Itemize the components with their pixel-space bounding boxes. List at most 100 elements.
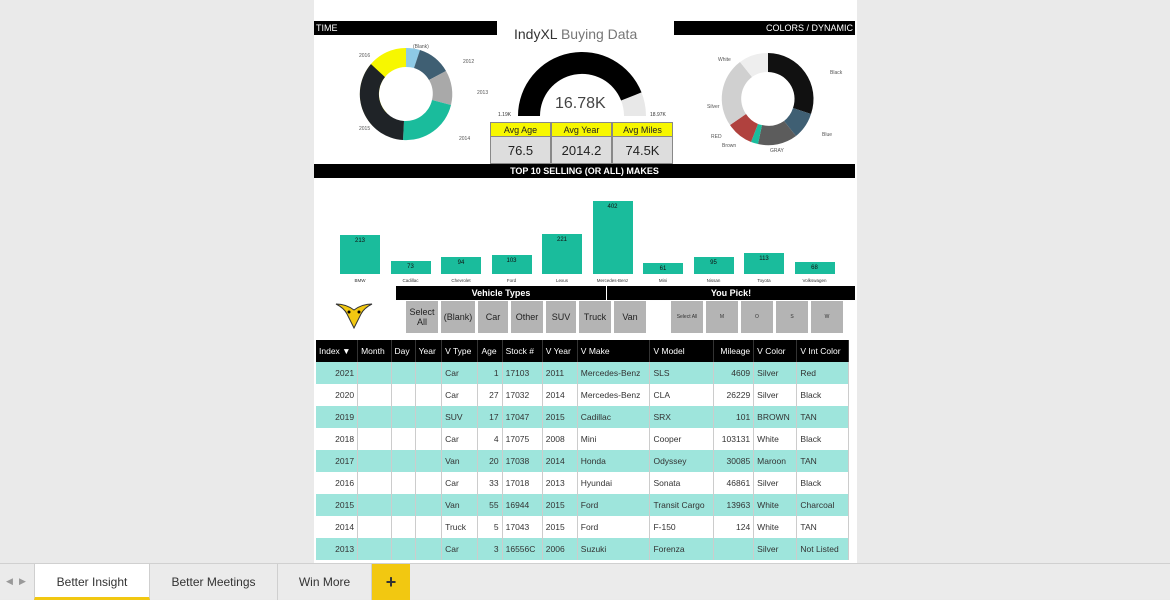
table-cell <box>357 428 392 450</box>
table-cell: 17038 <box>502 450 543 472</box>
table-cell <box>391 362 416 384</box>
table-row[interactable]: 2019 SUV 17 17047 2015 Cadillac SRX 101 BROWN TAN <box>316 406 849 428</box>
table-cell: Car <box>441 384 479 406</box>
column-header[interactable]: V Int Color <box>796 340 849 362</box>
table-cell: Silver <box>753 472 798 494</box>
table-cell: Car <box>441 362 479 384</box>
column-header[interactable]: Day <box>391 340 416 362</box>
vehicle-types-header: Vehicle Types <box>396 286 606 300</box>
table-row[interactable]: 2018 Car 4 17075 2008 Mini Cooper 103131 White Bl… <box>316 428 849 450</box>
table-cell: 13963 <box>713 494 755 516</box>
column-header[interactable]: Age <box>477 340 503 362</box>
table-row[interactable]: 2021 Car 1 17103 2011 Mercedes-Benz SLS 4609 Sil… <box>316 362 849 384</box>
bar-category-label: Chevrolet <box>451 278 471 283</box>
table-cell <box>415 406 443 428</box>
table-cell: Suzuki <box>577 538 651 560</box>
time-label-2015: 2015 <box>359 126 370 132</box>
table-cell: Ford <box>577 516 651 538</box>
bar-category-label: Mini <box>658 278 668 283</box>
table-row[interactable]: 2015 Van 55 16944 2015 Ford Transit Cargo 13963… <box>316 494 849 516</box>
report-canvas: TIME COLORS / DYNAMIC IndyXL Buying Data… <box>314 0 857 563</box>
makes-header: TOP 10 SELLING (OR ALL) MAKES <box>314 164 855 178</box>
slicer-button-select-all[interactable]: Select All <box>405 300 439 334</box>
pick-button-o[interactable]: O <box>740 300 774 334</box>
page-title: IndyXL Buying Data <box>514 26 664 42</box>
table-cell: 2015 <box>542 406 578 428</box>
bar-value-label: 113 <box>759 256 769 263</box>
bar-mercedes-benz[interactable] <box>592 201 633 274</box>
table-cell: 30085 <box>713 450 755 472</box>
table-cell: 1 <box>477 362 503 384</box>
tab-better-meetings[interactable]: Better Meetings <box>150 564 278 600</box>
slicer-button-car[interactable]: Car <box>477 300 509 334</box>
table-cell: F-150 <box>649 516 714 538</box>
column-header[interactable]: V Make <box>577 340 651 362</box>
slicer-button-van[interactable]: Van <box>613 300 647 334</box>
column-header[interactable]: V Type <box>441 340 479 362</box>
bar-category-label: Cadillac <box>402 278 419 283</box>
table-header-row: Index ▼ Month Day Year V Type Age Stock # V Yea… <box>316 340 849 362</box>
next-page-arrow[interactable]: ▶ <box>19 576 26 587</box>
table-cell: 17043 <box>502 516 543 538</box>
table-body: 2021 Car 1 17103 2011 Mercedes-Benz SLS 4609 Sil… <box>316 362 849 560</box>
column-header[interactable]: V Model <box>649 340 714 362</box>
column-header[interactable]: Month <box>357 340 392 362</box>
slicer-button-blank[interactable]: (Blank) <box>440 300 476 334</box>
table-cell: Black <box>796 384 849 406</box>
table-cell: Car <box>441 538 479 560</box>
column-header[interactable]: Index ▼ <box>316 340 359 362</box>
table-row[interactable]: 2013 Car 3 16556C 2006 Suzuki Forenza Silver Not… <box>316 538 849 560</box>
colors-donut-chart[interactable]: Black Blue GRAY Brown RED Silver White <box>694 45 844 155</box>
table-cell: Cadillac <box>577 406 651 428</box>
table-cell <box>415 450 443 472</box>
slicer-button-other[interactable]: Other <box>510 300 544 334</box>
table-cell: 2018 <box>316 428 359 450</box>
table-cell <box>357 516 392 538</box>
table-cell: Maroon <box>753 450 798 472</box>
table-cell: 16944 <box>502 494 543 516</box>
prev-page-arrow[interactable]: ◀ <box>6 576 13 587</box>
table-cell: 101 <box>713 406 755 428</box>
column-header[interactable]: Year <box>415 340 443 362</box>
table-row[interactable]: 2016 Car 33 17018 2013 Hyundai Sonata 46861 Silv… <box>316 472 849 494</box>
table-cell <box>415 384 443 406</box>
table-cell <box>391 516 416 538</box>
pick-button-select-all[interactable]: Select All <box>670 300 704 334</box>
table-cell <box>415 538 443 560</box>
add-page-button[interactable]: + <box>372 564 410 600</box>
column-header[interactable]: Stock # <box>502 340 543 362</box>
table-row[interactable]: 2020 Car 27 17032 2014 Mercedes-Benz CLA 26229 S… <box>316 384 849 406</box>
tab-win-more[interactable]: Win More <box>278 564 372 600</box>
table-cell: 2021 <box>316 362 359 384</box>
time-donut-chart[interactable]: (Blank) 2012 2013 2014 2015 2016 <box>329 38 499 150</box>
donut-slice-black <box>768 53 814 114</box>
column-header[interactable]: V Year <box>542 340 578 362</box>
table-cell: 27 <box>477 384 503 406</box>
table-cell: 2014 <box>316 516 359 538</box>
pick-button-m[interactable]: M <box>705 300 739 334</box>
table-cell: 17032 <box>502 384 543 406</box>
table-cell <box>713 538 755 560</box>
table-cell <box>391 406 416 428</box>
table-row[interactable]: 2017 Van 20 17038 2014 Honda Odyssey 30085 Maroo… <box>316 450 849 472</box>
table-cell: TAN <box>796 450 849 472</box>
color-label-red: RED <box>711 134 722 140</box>
column-header[interactable]: Mileage <box>713 340 755 362</box>
gauge-min: 1.19K <box>498 112 512 118</box>
column-header[interactable]: V Color <box>753 340 798 362</box>
time-label-blank: (Blank) <box>413 44 429 50</box>
bar-category-label: Volkswagen <box>802 278 827 283</box>
table-cell: Truck <box>441 516 479 538</box>
slicer-button-truck[interactable]: Truck <box>578 300 612 334</box>
kpi-value: 76.5 <box>507 143 534 158</box>
table-cell: 17047 <box>502 406 543 428</box>
color-label-brown: Brown <box>722 143 736 149</box>
table-cell: Silver <box>753 362 798 384</box>
color-label-white: White <box>718 57 731 63</box>
pick-button-s[interactable]: S <box>775 300 809 334</box>
pick-button-w[interactable]: W <box>810 300 844 334</box>
table-row[interactable]: 2014 Truck 5 17043 2015 Ford F-150 124 White TAN <box>316 516 849 538</box>
tab-better-insight[interactable]: Better Insight <box>34 564 150 600</box>
slicer-button-suv[interactable]: SUV <box>545 300 577 334</box>
table-cell <box>357 450 392 472</box>
